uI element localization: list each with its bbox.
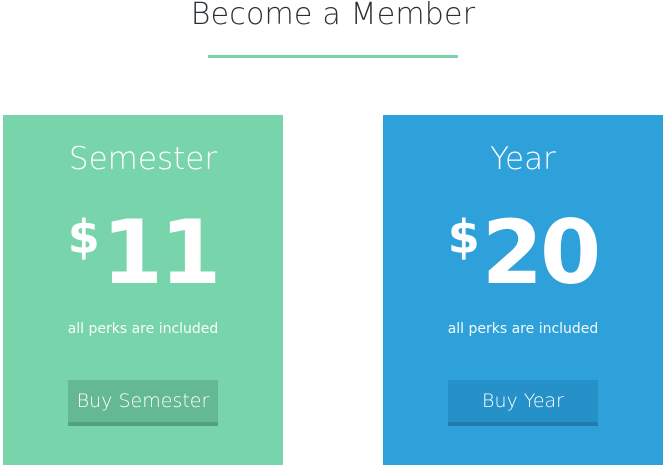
buy-semester-button[interactable]: Buy Semester <box>68 380 218 426</box>
currency-symbol: $ <box>67 210 100 264</box>
plan-name: Semester <box>68 141 218 177</box>
price-amount: 20 <box>481 201 601 304</box>
plan-note: all perks are included <box>447 321 599 337</box>
plan-note: all perks are included <box>67 321 219 337</box>
plan-card-year: Year $ 20 all perks are included Buy Yea… <box>383 115 663 465</box>
title-underline-divider <box>208 55 458 58</box>
plan-card-semester: Semester $ 11 all perks are included Buy… <box>3 115 283 465</box>
plan-price: $ 20 <box>383 203 663 303</box>
page-title: Become a Member <box>190 0 476 32</box>
price-amount: 11 <box>101 201 221 304</box>
currency-symbol: $ <box>447 210 480 264</box>
plan-price: $ 11 <box>3 203 283 303</box>
buy-year-button[interactable]: Buy Year <box>448 380 598 426</box>
plan-name: Year <box>490 141 556 177</box>
